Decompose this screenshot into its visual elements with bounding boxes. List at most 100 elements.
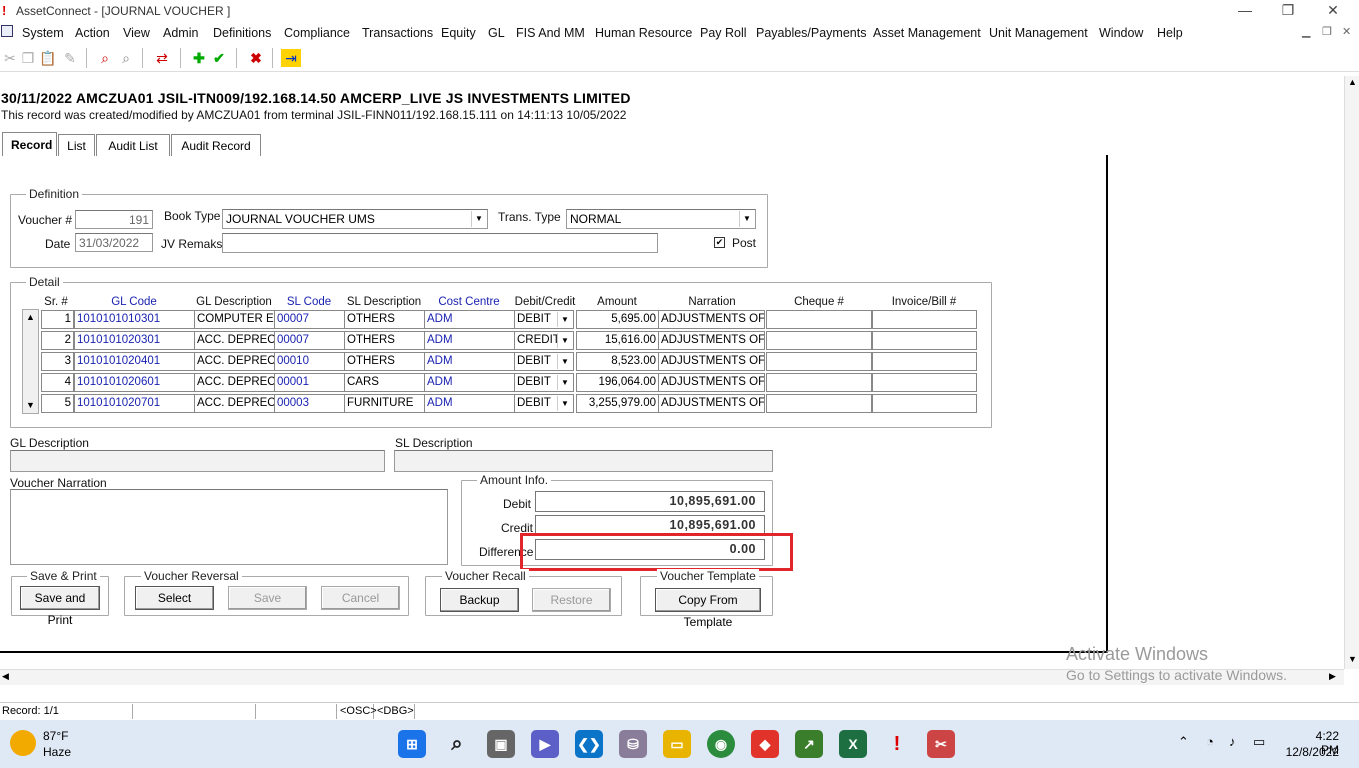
sl-description-cell[interactable]: CARS: [344, 373, 425, 392]
cheque-cell[interactable]: [766, 352, 872, 371]
menu-view[interactable]: View: [123, 26, 150, 40]
menu-action[interactable]: Action: [75, 26, 110, 40]
narration-cell[interactable]: ADJUSTMENTS OF: [658, 394, 765, 413]
backup-button[interactable]: Backup: [440, 588, 519, 612]
trans-type-select[interactable]: NORMAL ▼: [566, 209, 756, 229]
close-icon[interactable]: ✕: [1318, 2, 1348, 19]
gl-code-cell[interactable]: 1010101020601: [74, 373, 195, 392]
copy-from-template-button[interactable]: Copy From Template: [655, 588, 761, 629]
menu-window[interactable]: Window: [1099, 26, 1143, 40]
cost-centre-cell[interactable]: ADM: [424, 331, 515, 350]
chevron-down-icon[interactable]: ▼: [739, 211, 754, 227]
snipping-icon[interactable]: ✂: [927, 730, 955, 758]
invoice-cell[interactable]: [872, 331, 977, 350]
post-checkbox[interactable]: ✔: [714, 237, 725, 248]
chevron-up-icon[interactable]: ⌃: [1178, 734, 1189, 750]
narration-cell[interactable]: ADJUSTMENTS OF: [658, 331, 765, 350]
voucher-narration-field[interactable]: [10, 489, 448, 565]
scroll-up-icon[interactable]: ▲: [26, 312, 35, 322]
restore-icon[interactable]: ❐: [1273, 2, 1303, 19]
menu-help[interactable]: Help: [1157, 26, 1183, 40]
tab-record[interactable]: Record: [2, 132, 57, 156]
cut-icon[interactable]: ✂: [0, 49, 20, 67]
sr-cell[interactable]: 5: [41, 394, 74, 413]
invoice-cell[interactable]: [872, 310, 977, 329]
scroll-down-icon[interactable]: ▼: [1348, 654, 1357, 664]
menu-transactions[interactable]: Transactions: [362, 26, 433, 40]
copy-icon[interactable]: ❐: [18, 49, 38, 67]
accept-icon[interactable]: ✔: [209, 49, 229, 67]
sl-description-cell[interactable]: OTHERS: [344, 310, 425, 329]
sl-code-cell[interactable]: 00001: [274, 373, 345, 392]
child-minimize-icon[interactable]: ▁: [1302, 25, 1310, 38]
cheque-cell[interactable]: [766, 373, 872, 392]
detail-scrollbar[interactable]: ▲ ▼: [22, 309, 39, 414]
debit-credit-select[interactable]: DEBIT ▼: [514, 394, 574, 413]
task-view-icon[interactable]: ▣: [487, 730, 515, 758]
assetconnect-icon[interactable]: !: [883, 730, 911, 758]
sr-cell[interactable]: 2: [41, 331, 74, 350]
wifi-icon[interactable]: ◔: [1206, 734, 1214, 749]
sl-code-cell[interactable]: 00010: [274, 352, 345, 371]
reversal-save-button[interactable]: Save: [228, 586, 307, 610]
debit-credit-select[interactable]: CREDIT ▼: [514, 331, 574, 350]
wrench-icon[interactable]: ✎: [60, 49, 80, 67]
add-icon[interactable]: ✚: [189, 49, 209, 67]
vertical-scrollbar[interactable]: ▲ ▼: [1344, 76, 1359, 669]
start-icon[interactable]: ⊞: [398, 730, 426, 758]
amount-cell[interactable]: 8,523.00: [576, 352, 659, 371]
debit-credit-select[interactable]: DEBIT ▼: [514, 373, 574, 392]
volume-icon[interactable]: ♪: [1229, 734, 1236, 749]
gl-code-cell[interactable]: 1010101020301: [74, 331, 195, 350]
cheque-cell[interactable]: [766, 394, 872, 413]
chevron-down-icon[interactable]: ▼: [471, 211, 486, 227]
sl-description-cell[interactable]: OTHERS: [344, 331, 425, 350]
reversal-cancel-button[interactable]: Cancel: [321, 586, 400, 610]
cost-centre-cell[interactable]: ADM: [424, 394, 515, 413]
scroll-right-icon[interactable]: ▶: [1329, 671, 1336, 682]
scroll-left-icon[interactable]: ◀: [2, 671, 9, 682]
battery-icon[interactable]: ▭: [1253, 734, 1265, 750]
menu-unit-management[interactable]: Unit Management: [989, 26, 1088, 40]
gl-description-cell[interactable]: COMPUTER E: [194, 310, 275, 329]
menu-asset-management[interactable]: Asset Management: [873, 26, 981, 40]
narration-cell[interactable]: ADJUSTMENTS OF: [658, 352, 765, 371]
gl-description-cell[interactable]: ACC. DEPREC: [194, 394, 275, 413]
scroll-up-icon[interactable]: ▲: [1348, 77, 1357, 87]
menu-definitions[interactable]: Definitions: [213, 26, 271, 40]
tab-audit-record[interactable]: Audit Record: [171, 134, 261, 156]
child-close-icon[interactable]: ✕: [1342, 25, 1351, 38]
invoice-cell[interactable]: [872, 352, 977, 371]
gl-code-cell[interactable]: 1010101020701: [74, 394, 195, 413]
anydesk-icon[interactable]: ◆: [751, 730, 779, 758]
narration-cell[interactable]: ADJUSTMENTS OF: [658, 310, 765, 329]
menu-admin[interactable]: Admin: [163, 26, 198, 40]
jv-remarks-field[interactable]: [222, 233, 658, 253]
amount-cell[interactable]: 196,064.00: [576, 373, 659, 392]
chart-app-icon[interactable]: ↗: [795, 730, 823, 758]
menu-payables[interactable]: Payables/Payments: [756, 26, 866, 40]
cost-centre-cell[interactable]: ADM: [424, 310, 515, 329]
cost-centre-cell[interactable]: ADM: [424, 352, 515, 371]
gl-code-cell[interactable]: 1010101010301: [74, 310, 195, 329]
delete-icon[interactable]: ✖: [246, 49, 266, 67]
invoice-cell[interactable]: [872, 394, 977, 413]
sr-cell[interactable]: 4: [41, 373, 74, 392]
find-icon[interactable]: ⌕: [95, 49, 115, 67]
sl-code-cell[interactable]: 00007: [274, 310, 345, 329]
gl-description-cell[interactable]: ACC. DEPREC: [194, 352, 275, 371]
menu-system[interactable]: System: [22, 26, 64, 40]
minimize-icon[interactable]: —: [1230, 2, 1260, 18]
exit-icon[interactable]: ⇥: [281, 49, 301, 67]
menu-equity[interactable]: Equity: [441, 26, 476, 40]
voucher-number-field[interactable]: 191: [75, 210, 153, 229]
tab-audit-list[interactable]: Audit List: [96, 134, 170, 156]
menu-payroll[interactable]: Pay Roll: [700, 26, 747, 40]
amount-cell[interactable]: 15,616.00: [576, 331, 659, 350]
gl-code-cell[interactable]: 1010101020401: [74, 352, 195, 371]
tab-list[interactable]: List: [58, 134, 95, 156]
save-and-print-button[interactable]: Save and Print: [20, 586, 100, 627]
chevron-down-icon[interactable]: ▼: [557, 375, 572, 390]
scroll-down-icon[interactable]: ▼: [26, 400, 35, 410]
cheque-cell[interactable]: [766, 331, 872, 350]
